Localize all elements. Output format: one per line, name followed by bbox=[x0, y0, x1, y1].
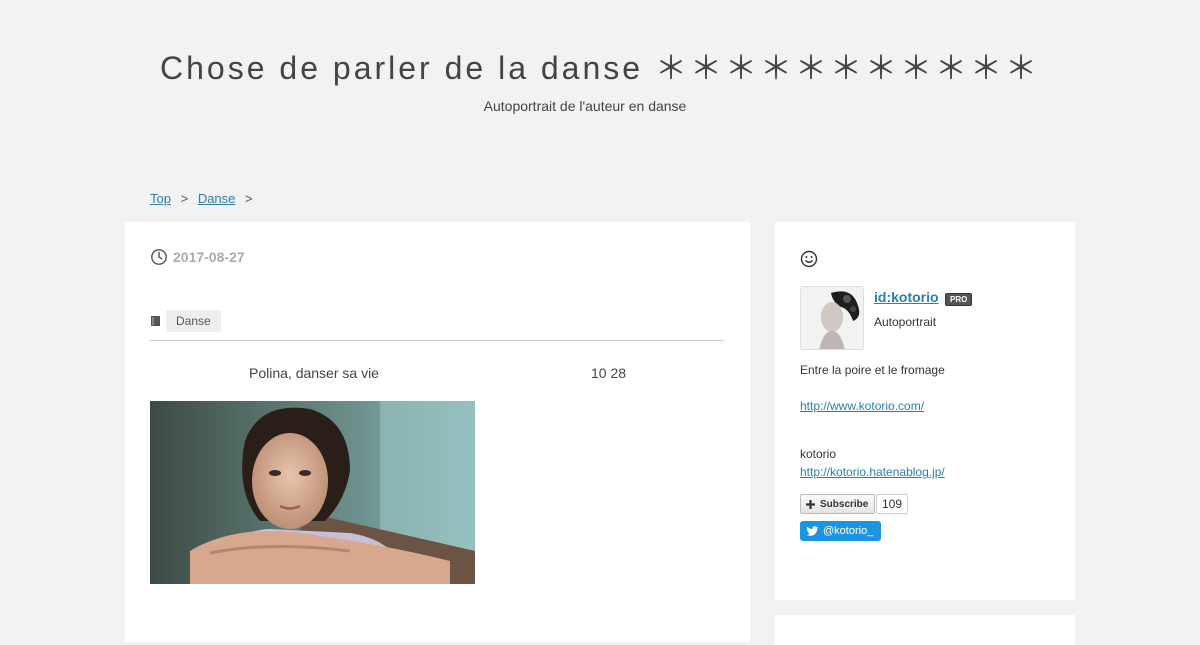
smile-icon bbox=[800, 250, 818, 268]
breadcrumb-danse-link[interactable]: Danse bbox=[198, 191, 236, 206]
profile-bio: Entre la poire et le fromage bbox=[800, 363, 945, 377]
clock-icon bbox=[151, 249, 167, 265]
entry-categories: Danse bbox=[150, 310, 221, 332]
profile-description: Autoportrait bbox=[874, 315, 937, 329]
entry-article: 2017-08-27 Danse Polina, danser sa vie 1… bbox=[125, 222, 750, 642]
breadcrumb: Top > Danse > bbox=[150, 190, 259, 208]
subscribe-button[interactable]: Subscribe bbox=[800, 494, 876, 514]
sidebar-profile-module: id:kotorio PRO Autoportrait Entre la poi… bbox=[775, 222, 1075, 600]
blog-header: Chose de parler de la danse ＊＊＊＊＊＊＊＊＊＊＊ … bbox=[0, 0, 1200, 150]
entry-date-text: 10 28 bbox=[591, 365, 627, 381]
entry-title-text: Polina, danser sa vie bbox=[249, 365, 379, 381]
twitter-follow-button[interactable]: @kotorio_ bbox=[800, 521, 882, 541]
profile-user-id-link[interactable]: id:kotorio bbox=[874, 288, 939, 306]
breadcrumb-separator: > bbox=[180, 191, 189, 206]
plus-icon bbox=[806, 499, 815, 509]
divider bbox=[150, 340, 724, 341]
blog-description: Autoportrait de l'auteur en danse bbox=[483, 98, 687, 114]
subscriber-count[interactable]: 109 bbox=[876, 494, 909, 514]
entry-photo bbox=[150, 401, 475, 584]
subscribe-label: Subscribe bbox=[820, 498, 869, 510]
folder-icon bbox=[151, 316, 160, 326]
entry-date[interactable]: 2017-08-27 bbox=[173, 249, 245, 265]
twitter-bird-icon bbox=[806, 525, 819, 536]
profile-link-website[interactable]: http://www.kotorio.com/ bbox=[800, 398, 924, 414]
profile-name: kotorio bbox=[800, 447, 837, 461]
avatar[interactable] bbox=[800, 286, 864, 350]
entry-date-row: 2017-08-27 bbox=[150, 248, 245, 266]
category-tag-danse[interactable]: Danse bbox=[166, 310, 221, 332]
pro-badge: PRO bbox=[945, 293, 973, 306]
breadcrumb-separator: > bbox=[245, 191, 253, 206]
blog-title[interactable]: Chose de parler de la danse ＊＊＊＊＊＊＊＊＊＊＊ bbox=[0, 46, 1200, 90]
profile-link-blog[interactable]: http://kotorio.hatenablog.jp/ bbox=[800, 464, 945, 480]
sidebar-module-next bbox=[775, 615, 1075, 645]
twitter-handle: @kotorio_ bbox=[823, 525, 874, 537]
breadcrumb-top-link[interactable]: Top bbox=[150, 191, 171, 206]
